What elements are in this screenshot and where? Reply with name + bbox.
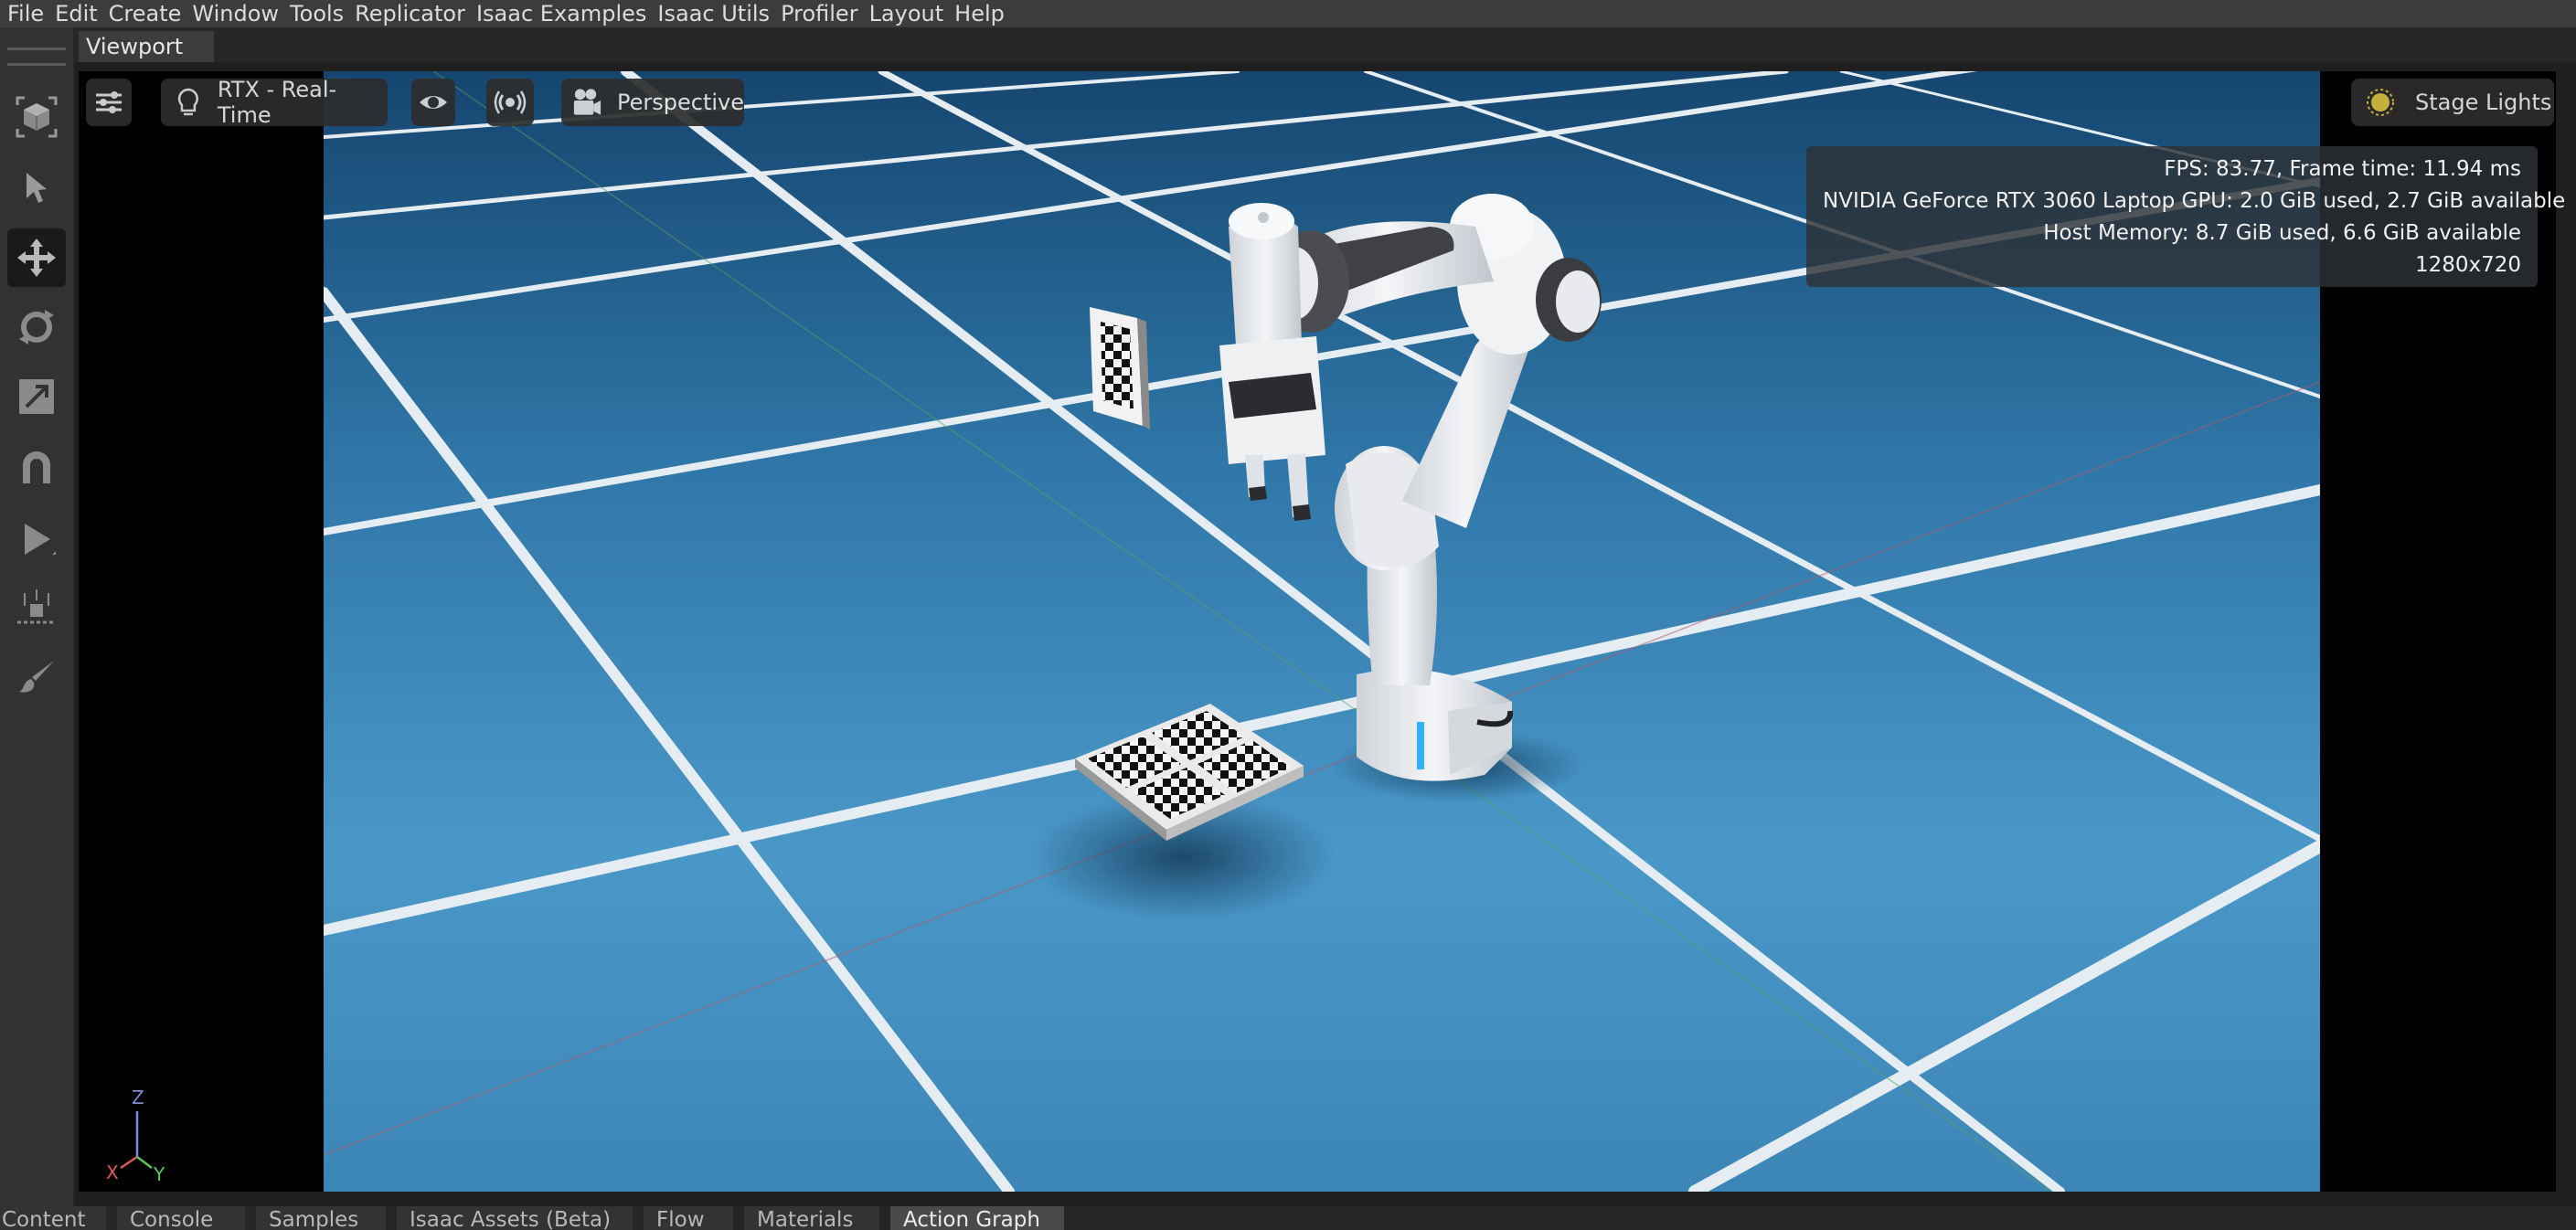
viewport[interactable]: RTX - Real-Time Perspective Stage Lights bbox=[79, 71, 2566, 1192]
axis-gizmo: Z X Y bbox=[106, 1087, 165, 1184]
tab-action-graph[interactable]: Action Graph bbox=[890, 1206, 1064, 1230]
rotate-icon bbox=[19, 310, 54, 345]
paint-tool[interactable] bbox=[7, 649, 66, 707]
menu-bar: File Edit Create Window Tools Replicator… bbox=[0, 0, 2576, 27]
resolution-readout: 1280x720 bbox=[2414, 253, 2521, 277]
menu-edit[interactable]: Edit bbox=[49, 1, 102, 27]
menu-help[interactable]: Help bbox=[949, 1, 1010, 27]
render-mode-label: RTX - Real-Time bbox=[217, 77, 337, 128]
snap-tool[interactable] bbox=[7, 439, 66, 497]
move-icon bbox=[17, 239, 56, 277]
axis-z-label: Z bbox=[132, 1087, 144, 1108]
visibility-button[interactable] bbox=[411, 79, 455, 126]
broadcast-icon bbox=[494, 90, 527, 114]
apriltag-floating bbox=[1090, 307, 1150, 429]
menu-window[interactable]: Window bbox=[186, 1, 284, 27]
menu-replicator[interactable]: Replicator bbox=[349, 1, 471, 27]
viewport-tab-bar: Viewport bbox=[75, 27, 2576, 62]
tool-bar bbox=[0, 27, 75, 1206]
menu-isaac-utils[interactable]: Isaac Utils bbox=[652, 1, 775, 27]
render-mode-button[interactable]: RTX - Real-Time bbox=[161, 77, 388, 128]
performance-stats: FPS: 83.77, Frame time: 11.94 ms NVIDIA … bbox=[1806, 146, 2566, 287]
play-tool[interactable] bbox=[7, 510, 66, 568]
menu-file[interactable]: File bbox=[0, 1, 49, 27]
eye-icon bbox=[420, 96, 447, 109]
physics-drop-icon bbox=[17, 589, 56, 624]
camera-button[interactable]: Perspective bbox=[561, 79, 744, 126]
tab-materials[interactable]: Materials bbox=[744, 1206, 879, 1230]
toolbar-grip[interactable] bbox=[7, 48, 66, 66]
camera-label: Perspective bbox=[617, 90, 744, 115]
gpu-memory-readout: NVIDIA GeForce RTX 3060 Laptop GPU: 2.0 … bbox=[1823, 189, 2566, 213]
sensors-button[interactable] bbox=[486, 79, 534, 126]
axis-x-label: X bbox=[106, 1161, 119, 1183]
tab-content[interactable]: Content bbox=[0, 1206, 106, 1230]
tab-samples[interactable]: Samples bbox=[256, 1206, 386, 1230]
menu-isaac-examples[interactable]: Isaac Examples bbox=[471, 1, 652, 27]
select-tool[interactable] bbox=[7, 159, 66, 217]
play-icon bbox=[25, 524, 56, 555]
fps-readout: FPS: 83.77, Frame time: 11.94 ms bbox=[2164, 157, 2521, 181]
tab-console[interactable]: Console bbox=[117, 1206, 245, 1230]
select-cube-icon bbox=[16, 96, 58, 138]
move-tool[interactable] bbox=[7, 228, 66, 287]
physics-drop-tool[interactable] bbox=[7, 579, 66, 638]
scale-tool[interactable] bbox=[7, 367, 66, 426]
menu-tools[interactable]: Tools bbox=[284, 1, 349, 27]
lightbulb-icon bbox=[177, 88, 198, 116]
snap-magnet-icon bbox=[23, 451, 50, 483]
select-arrow-icon bbox=[27, 173, 47, 203]
tab-flow[interactable]: Flow bbox=[644, 1206, 733, 1230]
sliders-icon bbox=[96, 91, 122, 113]
menu-create[interactable]: Create bbox=[103, 1, 187, 27]
paint-brush-icon bbox=[19, 661, 54, 693]
host-memory-readout: Host Memory: 8.7 GiB used, 6.6 GiB avail… bbox=[2043, 221, 2521, 245]
sun-icon bbox=[2367, 89, 2394, 116]
tab-viewport[interactable]: Viewport bbox=[79, 31, 214, 62]
stage-lights-label: Stage Lights bbox=[2415, 90, 2552, 115]
menu-layout[interactable]: Layout bbox=[864, 1, 950, 27]
select-cube-tool[interactable] bbox=[7, 88, 66, 146]
camera-icon bbox=[573, 89, 601, 115]
stage-lights-button[interactable]: Stage Lights bbox=[2351, 79, 2554, 126]
scale-icon bbox=[19, 379, 54, 414]
axis-y-label: Y bbox=[153, 1163, 165, 1184]
tab-isaac-assets[interactable]: Isaac Assets (Beta) bbox=[397, 1206, 633, 1230]
bottom-panel-tabs: Content Console Samples Isaac Assets (Be… bbox=[0, 1206, 2576, 1230]
rotate-tool[interactable] bbox=[7, 298, 66, 356]
menu-profiler[interactable]: Profiler bbox=[775, 1, 864, 27]
viewport-settings-button[interactable] bbox=[86, 79, 132, 126]
